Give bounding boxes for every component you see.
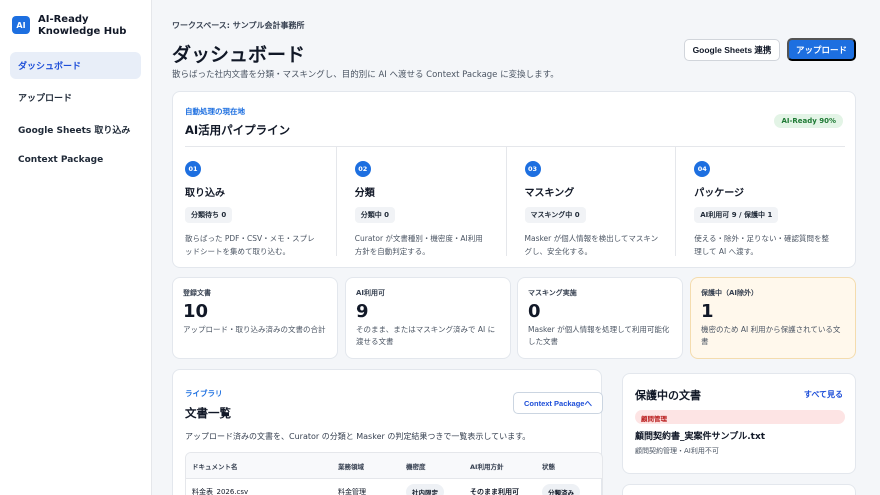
page-description: 散らばった社内文書を分類・マスキングし、目的別に AI へ渡せる Context…: [172, 70, 559, 80]
document-status: 分類済み: [542, 484, 602, 495]
brand[interactable]: AI AI-Ready Knowledge Hub: [0, 0, 151, 48]
see-all-link[interactable]: すべて見る: [804, 389, 843, 400]
stat-note: Masker が個人情報を処理して利用可能化した文書: [528, 325, 670, 346]
workspace-label: ワークスペース: サンプル会計事務所: [172, 21, 305, 30]
column-header[interactable]: ドキュメント名: [186, 461, 338, 471]
main-content: ワークスペース: サンプル会計事務所 ダッシュボード 散らばった社内文書を分類・…: [152, 0, 880, 495]
stage-package: 04 パッケージ AI利用可 9 / 保護中 1 使える・除外・足りない・確認質…: [676, 147, 845, 256]
stage-name: 分類: [354, 188, 375, 199]
google-sheets-button[interactable]: Google Sheets 連携: [684, 39, 780, 61]
documents-description: アップロード済みの文書を、Curator の分類と Masker の判定結果つき…: [185, 432, 531, 441]
stat-registered: 登録文書 10 アップロード・取り込み済みの文書の合計: [172, 277, 338, 359]
table-row[interactable]: 料金表_2026.csv 料金管理 社内限定 そのまま利用可 分類済み: [186, 479, 602, 495]
stage-classify: 02 分類 分類中 0 Curator が文書種別・機密度・AI利用方針を自動判…: [337, 147, 507, 256]
stat-protected: 保護中（AI除外） 1 機密のため AI 利用から保護されている文書: [690, 277, 856, 359]
stage-name: パッケージ: [694, 188, 745, 199]
status-badge: 分類済み: [542, 484, 580, 495]
protected-documents-card: 保護中の文書 すべて見る 顧問管理 顧問契約書_実案件サンプル.txt 顧問契約…: [622, 373, 856, 474]
column-header[interactable]: AI利用方針: [470, 461, 542, 471]
protected-file-name[interactable]: 顧問契約書_実案件サンプル.txt: [635, 429, 765, 442]
sidebar-item-upload[interactable]: アップロード: [10, 84, 141, 111]
protected-title: 保護中の文書: [635, 389, 701, 402]
stage-number: 02: [354, 161, 371, 177]
sidebar-item-google-sheets[interactable]: Google Sheets 取り込み: [10, 116, 141, 143]
stat-note: アップロード・取り込み済みの文書の合計: [183, 325, 326, 334]
documents-card: ライブラリ 文書一覧 Context Packageへ アップロード済みの文書を…: [172, 369, 603, 495]
stage-status-badge: 分類待ち 0: [185, 207, 233, 223]
stat-masked: マスキング実施 0 Masker が個人情報を処理して利用可能化した文書: [517, 277, 683, 359]
document-policy: そのまま利用可: [470, 488, 519, 495]
stage-status-badge: AI利用可 9 / 保護中 1: [694, 207, 779, 223]
upload-button[interactable]: アップロード: [787, 38, 856, 61]
pipeline-eyebrow: 自動処理の現在地: [185, 107, 245, 116]
sensitivity-badge: 社内限定: [406, 484, 444, 495]
stat-label: 保護中（AI除外）: [701, 289, 759, 297]
stat-value: 1: [701, 301, 714, 322]
column-header[interactable]: 状態: [542, 461, 602, 471]
context-package-button[interactable]: Context Packageへ: [513, 392, 603, 414]
ai-ready-badge: AI-Ready 90%: [774, 114, 843, 128]
stage-description: 散らばった PDF・CSV・メモ・スプレッドシートを集めて取り込む。: [185, 234, 315, 256]
documents-table: ドキュメント名 業務領域 機密度 AI利用方針 状態 料金表_2026.csv …: [185, 452, 603, 495]
protected-file-meta: 顧問契約管理・AI利用不可: [635, 447, 719, 455]
column-header[interactable]: 業務領域: [338, 461, 406, 471]
stage-ingest: 01 取り込み 分類待ち 0 散らばった PDF・CSV・メモ・スプレッドシート…: [185, 147, 337, 256]
stage-name: マスキング: [524, 188, 575, 199]
document-sensitivity: 社内限定: [406, 484, 470, 495]
pipeline-stages: 01 取り込み 分類待ち 0 散らばった PDF・CSV・メモ・スプレッドシート…: [185, 146, 845, 256]
documents-eyebrow: ライブラリ: [185, 389, 223, 398]
column-header[interactable]: 機密度: [406, 461, 470, 471]
sidebar-item-dashboard[interactable]: ダッシュボード: [10, 52, 141, 79]
document-name: 料金表_2026.csv: [192, 488, 249, 495]
app-logo-icon: AI: [12, 16, 30, 34]
stage-number: 03: [524, 161, 541, 177]
sidebar-item-context-package[interactable]: Context Package: [10, 148, 141, 172]
stat-note: そのまま、またはマスキング済みで AI に渡せる文書: [356, 325, 496, 346]
protected-category-badge: 顧問管理: [635, 410, 845, 424]
sidebar-nav: ダッシュボード アップロード Google Sheets 取り込み Contex…: [0, 48, 151, 181]
sidebar: AI AI-Ready Knowledge Hub ダッシュボード アップロード…: [0, 0, 152, 495]
stat-label: マスキング実施: [528, 289, 577, 297]
stage-description: 使える・除外・足りない・確認質問を整理して AI へ渡す。: [694, 234, 830, 256]
stage-name: 取り込み: [185, 188, 225, 199]
stage-status-badge: マスキング中 0: [524, 207, 586, 223]
stage-number: 01: [185, 161, 201, 177]
document-domain: 料金管理: [338, 488, 366, 495]
stage-number: 04: [694, 161, 711, 177]
stat-note: 機密のため AI 利用から保護されている文書: [701, 325, 841, 346]
stat-value: 9: [356, 301, 369, 322]
stage-masking: 03 マスキング マスキング中 0 Masker が個人情報を検出してマスキング…: [507, 147, 677, 256]
stage-description: Masker が個人情報を検出してマスキングし、安全化する。: [524, 234, 659, 256]
app-name: AI-Ready Knowledge Hub: [38, 14, 127, 37]
stat-value: 0: [528, 301, 541, 322]
stage-description: Curator が文書種別・機密度・AI利用方針を自動判定する。: [354, 234, 483, 256]
pipeline-title: AI活用パイプライン: [185, 123, 291, 137]
documents-title: 文書一覧: [185, 406, 231, 420]
pipeline-card: 自動処理の現在地 AI活用パイプライン AI-Ready 90% 01 取り込み…: [172, 91, 856, 268]
stage-status-badge: 分類中 0: [354, 207, 396, 223]
secondary-card: [622, 484, 856, 495]
stat-label: 登録文書: [183, 289, 211, 297]
page-title: ダッシュボード: [172, 44, 306, 66]
stat-value: 10: [183, 301, 209, 322]
stat-ai-usable: AI利用可 9 そのまま、またはマスキング済みで AI に渡せる文書: [345, 277, 511, 359]
stat-label: AI利用可: [356, 289, 386, 297]
table-header: ドキュメント名 業務領域 機密度 AI利用方針 状態: [186, 453, 602, 479]
